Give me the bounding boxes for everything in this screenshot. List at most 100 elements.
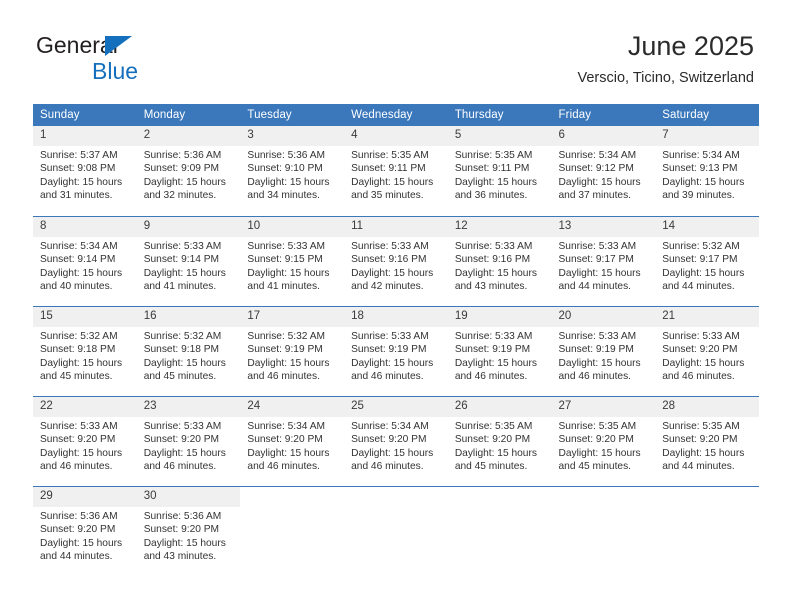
day-details: Sunrise: 5:32 AM Sunset: 9:17 PM Daylight:… [655,237,759,294]
calendar-week-row: 29 Sunrise: 5:36 AM Sunset: 9:20 PM Dayligh… [33,486,759,576]
weekday-header-thursday: Thursday [447,104,552,126]
daylight-text-line1: Daylight: 15 hours [558,176,641,188]
sunrise-text: Sunrise: 5:37 AM [40,150,118,161]
daylight-text-line2: and 44 minutes. [662,461,735,473]
calendar-day-cell[interactable]: 24 Sunrise: 5:34 AM Sunset: 9:20 PM Dayligh… [240,396,345,486]
daylight-text-line2: and 41 minutes. [247,281,320,293]
daylight-text-line1: Daylight: 15 hours [247,447,330,459]
daylight-text-line2: and 44 minutes. [662,281,735,293]
calendar-day-cell[interactable]: 28 Sunrise: 5:35 AM Sunset: 9:20 PM Dayligh… [655,396,759,486]
daylight-text-line2: and 46 minutes. [247,461,320,473]
day-details: Sunrise: 5:34 AM Sunset: 9:20 PM Daylight:… [240,417,344,474]
daylight-text-line1: Daylight: 15 hours [351,267,434,279]
calendar-day-cell[interactable]: 19 Sunrise: 5:33 AM Sunset: 9:19 PM Dayligh… [447,306,552,396]
calendar-day-cell[interactable]: 1 Sunrise: 5:37 AM Sunset: 9:08 PM Daylight… [33,126,137,216]
calendar-day-cell[interactable]: 16 Sunrise: 5:32 AM Sunset: 9:18 PM Dayligh… [136,306,241,396]
daylight-text-line1: Daylight: 15 hours [143,176,226,188]
daylight-text-line2: and 46 minutes. [247,371,320,383]
calendar-day-cell[interactable]: 13 Sunrise: 5:33 AM Sunset: 9:17 PM Dayligh… [551,216,656,306]
day-number: 24 [240,397,345,417]
day-number: 13 [551,217,656,237]
calendar-day-cell[interactable]: 30 Sunrise: 5:36 AM Sunset: 9:20 PM Dayligh… [136,486,241,576]
daylight-text-line2: and 44 minutes. [558,281,632,293]
daylight-text-line1: Daylight: 15 hours [662,357,745,369]
general-blue-logo[interactable]: General Blue [36,34,139,84]
sunrise-text: Sunrise: 5:33 AM [558,331,637,342]
page-title: June 2025 [627,31,754,61]
calendar-day-cell[interactable]: 26 Sunrise: 5:35 AM Sunset: 9:20 PM Dayligh… [447,396,552,486]
day-number: 25 [344,397,448,417]
calendar-day-cell[interactable]: 29 Sunrise: 5:36 AM Sunset: 9:20 PM Dayligh… [33,486,137,576]
calendar-day-cell[interactable]: 18 Sunrise: 5:33 AM Sunset: 9:19 PM Dayligh… [344,306,448,396]
sunset-text: Sunset: 9:16 PM [454,254,531,266]
calendar-day-cell-empty [655,486,759,576]
day-details: Sunrise: 5:36 AM Sunset: 9:10 PM Daylight:… [240,146,344,203]
sunset-text: Sunset: 9:17 PM [558,254,634,266]
calendar-day-cell[interactable]: 9 Sunrise: 5:33 AM Sunset: 9:14 PM Daylight… [136,216,241,306]
daylight-text-line1: Daylight: 15 hours [40,447,123,459]
day-number: 17 [240,307,345,327]
calendar-day-cell[interactable]: 15 Sunrise: 5:32 AM Sunset: 9:18 PM Dayligh… [33,306,137,396]
daylight-text-line2: and 46 minutes. [351,371,424,383]
calendar-day-cell[interactable]: 6 Sunrise: 5:34 AM Sunset: 9:12 PM Daylight… [551,126,656,216]
day-details: Sunrise: 5:37 AM Sunset: 9:08 PM Daylight:… [33,146,137,203]
sunset-text: Sunset: 9:19 PM [247,344,323,356]
calendar-day-cell[interactable]: 23 Sunrise: 5:33 AM Sunset: 9:20 PM Dayligh… [136,396,241,486]
day-details: Sunrise: 5:33 AM Sunset: 9:20 PM Daylight:… [33,417,137,474]
sunrise-text: Sunrise: 5:33 AM [454,241,533,252]
day-details: Sunrise: 5:36 AM Sunset: 9:20 PM Daylight:… [33,507,137,564]
daylight-text-line2: and 44 minutes. [40,551,113,563]
day-details: Sunrise: 5:35 AM Sunset: 9:11 PM Daylight:… [448,146,552,203]
calendar-day-cell[interactable]: 12 Sunrise: 5:33 AM Sunset: 9:16 PM Dayligh… [447,216,552,306]
daylight-text-line1: Daylight: 15 hours [454,176,537,188]
daylight-text-line2: and 46 minutes. [143,461,217,473]
calendar-day-cell[interactable]: 22 Sunrise: 5:33 AM Sunset: 9:20 PM Dayligh… [33,396,137,486]
calendar-day-cell[interactable]: 10 Sunrise: 5:33 AM Sunset: 9:15 PM Dayligh… [240,216,345,306]
sunrise-text: Sunrise: 5:32 AM [143,331,222,342]
sunset-text: Sunset: 9:16 PM [351,254,427,266]
daylight-text-line2: and 31 minutes. [40,190,113,202]
logo-text-blue: Blue [92,58,139,84]
daylight-text-line1: Daylight: 15 hours [558,447,641,459]
day-number: 9 [136,217,241,237]
daylight-text-line1: Daylight: 15 hours [247,176,330,188]
calendar-day-cell[interactable]: 27 Sunrise: 5:35 AM Sunset: 9:20 PM Dayligh… [551,396,656,486]
day-details: Sunrise: 5:32 AM Sunset: 9:19 PM Daylight:… [240,327,344,384]
calendar-day-cell[interactable]: 11 Sunrise: 5:33 AM Sunset: 9:16 PM Dayligh… [344,216,448,306]
calendar-day-cell[interactable]: 3 Sunrise: 5:36 AM Sunset: 9:10 PM Daylight… [240,126,345,216]
day-details: Sunrise: 5:35 AM Sunset: 9:20 PM Daylight:… [448,417,552,474]
sunset-text: Sunset: 9:20 PM [247,434,323,446]
calendar-day-cell[interactable]: 17 Sunrise: 5:32 AM Sunset: 9:19 PM Dayligh… [240,306,345,396]
calendar-week-row: 22 Sunrise: 5:33 AM Sunset: 9:20 PM Dayligh… [33,396,759,486]
calendar-day-cell-empty [240,486,345,576]
sunset-text: Sunset: 9:11 PM [454,163,530,175]
daylight-text-line2: and 45 minutes. [454,461,528,473]
calendar-day-cell[interactable]: 5 Sunrise: 5:35 AM Sunset: 9:11 PM Daylight… [447,126,552,216]
day-number: 30 [136,487,241,507]
day-number: 19 [447,307,552,327]
daylight-text-line2: and 45 minutes. [558,461,632,473]
calendar-day-cell[interactable]: 4 Sunrise: 5:35 AM Sunset: 9:11 PM Daylight… [344,126,448,216]
calendar-day-cell[interactable]: 7 Sunrise: 5:34 AM Sunset: 9:13 PM Daylight… [655,126,759,216]
sunrise-text: Sunrise: 5:33 AM [351,241,429,252]
calendar-day-cell[interactable]: 20 Sunrise: 5:33 AM Sunset: 9:19 PM Dayligh… [551,306,656,396]
daylight-text-line1: Daylight: 15 hours [143,447,226,459]
day-number [655,487,759,507]
day-details: Sunrise: 5:33 AM Sunset: 9:16 PM Daylight:… [344,237,448,294]
sunset-text: Sunset: 9:19 PM [454,344,531,356]
sunrise-text: Sunrise: 5:36 AM [143,511,222,522]
sunset-text: Sunset: 9:20 PM [662,434,738,446]
day-number: 1 [33,126,137,146]
calendar-day-cell[interactable]: 8 Sunrise: 5:34 AM Sunset: 9:14 PM Daylight… [33,216,137,306]
calendar-day-cell[interactable]: 25 Sunrise: 5:34 AM Sunset: 9:20 PM Dayligh… [344,396,448,486]
calendar-day-cell[interactable]: 14 Sunrise: 5:32 AM Sunset: 9:17 PM Dayligh… [655,216,759,306]
daylight-text-line1: Daylight: 15 hours [662,176,745,188]
day-details: Sunrise: 5:34 AM Sunset: 9:20 PM Daylight:… [344,417,448,474]
day-number: 11 [344,217,448,237]
daylight-text-line2: and 39 minutes. [662,190,735,202]
calendar-day-cell[interactable]: 21 Sunrise: 5:33 AM Sunset: 9:20 PM Dayligh… [655,306,759,396]
sunrise-text: Sunrise: 5:35 AM [662,421,740,432]
sunrise-text: Sunrise: 5:33 AM [558,241,637,252]
calendar-day-cell[interactable]: 2 Sunrise: 5:36 AM Sunset: 9:09 PM Daylight… [136,126,241,216]
calendar-day-cell-empty [344,486,448,576]
